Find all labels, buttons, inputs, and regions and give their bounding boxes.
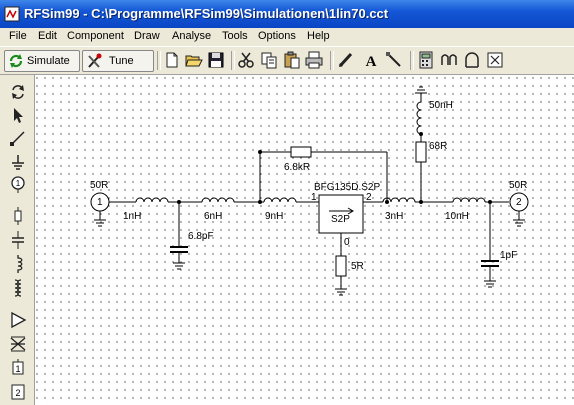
port2-number-label: 2 bbox=[516, 197, 522, 208]
menu-help[interactable]: Help bbox=[307, 30, 330, 42]
pin1-label: 1 bbox=[311, 192, 317, 203]
menu-draw[interactable]: Draw bbox=[134, 30, 160, 42]
pointer-arrow-icon[interactable] bbox=[9, 106, 27, 124]
inductor-icon[interactable] bbox=[9, 255, 27, 273]
junction-dot bbox=[488, 200, 492, 204]
toolbar: Simulate Tune A bbox=[0, 47, 574, 75]
toolbar-separator bbox=[330, 51, 334, 70]
svg-text:A: A bbox=[366, 54, 377, 69]
junction-dot bbox=[177, 200, 181, 204]
coupled-line-icon[interactable] bbox=[9, 335, 27, 353]
rotate-icon[interactable] bbox=[9, 83, 27, 101]
ground-icon[interactable] bbox=[9, 153, 27, 171]
component-palette: 1 1 2 bbox=[0, 75, 35, 405]
smith-chart-icon[interactable] bbox=[486, 51, 504, 69]
two-port-block-icon[interactable]: 2 bbox=[9, 383, 27, 401]
pin0-label: 0 bbox=[344, 237, 350, 248]
menu-component[interactable]: Component bbox=[67, 30, 124, 42]
schematic-diagram bbox=[90, 86, 529, 296]
refresh-icon bbox=[9, 54, 23, 68]
inductor-10nh-label: 10nH bbox=[445, 211, 469, 222]
transistor-block-label: S2P bbox=[331, 214, 350, 225]
pin2-label: 2 bbox=[366, 192, 372, 203]
junction-dot bbox=[385, 200, 389, 204]
simulate-button[interactable]: Simulate bbox=[4, 50, 80, 72]
toolbar-separator bbox=[157, 51, 161, 70]
amplifier-icon[interactable] bbox=[9, 311, 27, 329]
filter-design-icon[interactable] bbox=[440, 51, 458, 69]
paste-clipboard-icon[interactable] bbox=[283, 51, 301, 69]
inductor-1nh bbox=[135, 197, 169, 203]
calculator-icon[interactable] bbox=[417, 51, 435, 69]
resistor-5r-label: 5R bbox=[351, 261, 364, 272]
inductor-3nh-label: 3nH bbox=[385, 211, 404, 222]
inductor-10nh bbox=[452, 197, 486, 203]
toolbar-separator bbox=[231, 51, 235, 70]
draw-pen-icon[interactable] bbox=[337, 51, 355, 69]
inductor-50nh bbox=[416, 101, 422, 135]
junction-dot bbox=[419, 132, 423, 136]
one-port-block-icon[interactable]: 1 bbox=[9, 359, 27, 377]
inductor-9nh bbox=[263, 197, 297, 203]
title-bar: RFSim99 - C:\Programme\RFSim99\Simulatio… bbox=[0, 0, 574, 28]
line-tool-icon[interactable] bbox=[385, 51, 403, 69]
copy-icon[interactable] bbox=[260, 51, 278, 69]
tuning-tools-icon bbox=[88, 53, 102, 68]
junction-dot bbox=[258, 200, 262, 204]
inductor-6nh bbox=[201, 197, 235, 203]
antenna-design-icon[interactable] bbox=[463, 51, 481, 69]
inductor-1nh-label: 1nH bbox=[123, 211, 142, 222]
menu-analyse[interactable]: Analyse bbox=[172, 30, 211, 42]
inductor-9nh-label: 9nH bbox=[265, 211, 284, 222]
menu-bar: File Edit Component Draw Analyse Tools O… bbox=[0, 28, 574, 47]
inductor-6nh-label: 6nH bbox=[204, 211, 223, 222]
simulate-label: Simulate bbox=[27, 55, 70, 67]
resistor-5r bbox=[335, 255, 347, 277]
resistor-6-8kr-label: 6.8kR bbox=[284, 162, 311, 173]
port1-number-label: 1 bbox=[97, 197, 103, 208]
menu-options[interactable]: Options bbox=[258, 30, 296, 42]
new-file-icon[interactable] bbox=[163, 51, 181, 69]
menu-tools[interactable]: Tools bbox=[222, 30, 248, 42]
svg-text:2: 2 bbox=[15, 388, 20, 398]
menu-edit[interactable]: Edit bbox=[38, 30, 57, 42]
tune-label: Tune bbox=[109, 55, 134, 67]
capacitor-6-8pf-label: 6.8pF bbox=[188, 231, 214, 242]
cut-scissors-icon[interactable] bbox=[237, 51, 255, 69]
port1-impedance-label: 50R bbox=[90, 180, 109, 191]
window-title: RFSim99 - C:\Programme\RFSim99\Simulatio… bbox=[24, 6, 389, 21]
toolbar-separator bbox=[410, 51, 414, 70]
capacitor-icon[interactable] bbox=[9, 231, 27, 249]
wire-tool-icon[interactable] bbox=[9, 129, 27, 147]
open-folder-icon[interactable] bbox=[185, 51, 203, 69]
tune-button[interactable]: Tune bbox=[82, 50, 154, 72]
print-icon[interactable] bbox=[305, 51, 323, 69]
svg-text:1: 1 bbox=[15, 364, 20, 374]
junction-dot bbox=[258, 150, 262, 154]
resistor-68r bbox=[415, 141, 427, 163]
resistor-icon[interactable] bbox=[9, 207, 27, 225]
capacitor-1pf-label: 1pF bbox=[500, 250, 518, 261]
inductor-50nh-label: 50nH bbox=[429, 100, 453, 111]
resistor-6-8kr bbox=[290, 146, 312, 158]
text-tool-icon[interactable]: A bbox=[362, 51, 380, 69]
junction-dot bbox=[419, 200, 423, 204]
schematic-canvas[interactable]: 50R 1 50R 2 1nH 6nH 9nH 3nH 10nH 50nH 6.… bbox=[35, 75, 574, 405]
resistor-68r-label: 68R bbox=[429, 141, 448, 152]
svg-text:1: 1 bbox=[16, 179, 21, 188]
menu-file[interactable]: File bbox=[9, 30, 27, 42]
port2-impedance-label: 50R bbox=[509, 180, 528, 191]
save-disk-icon[interactable] bbox=[207, 51, 225, 69]
port-icon[interactable]: 1 bbox=[9, 176, 27, 194]
transformer-icon[interactable] bbox=[9, 279, 27, 297]
app-icon bbox=[4, 6, 20, 22]
